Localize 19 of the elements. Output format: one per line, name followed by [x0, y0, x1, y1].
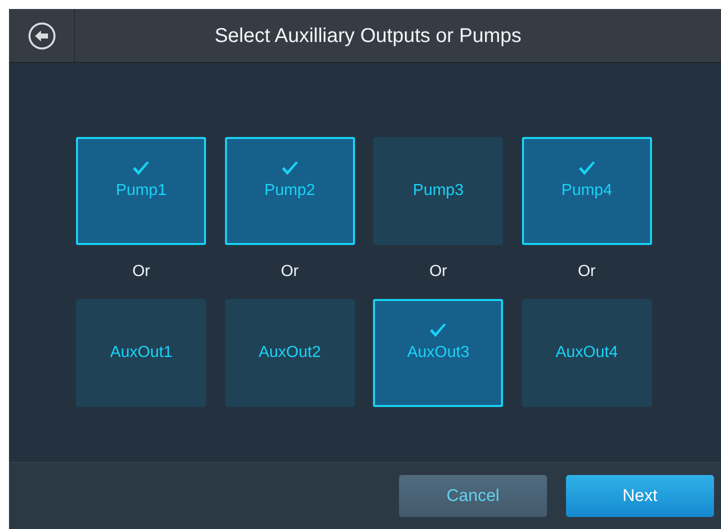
- or-label: Or: [578, 263, 596, 281]
- aux-output-tile[interactable]: AuxOut1: [76, 299, 206, 407]
- or-label: Or: [280, 263, 299, 281]
- pump-tile[interactable]: Pump3: [373, 137, 504, 245]
- aux-output-tile[interactable]: AuxOut4: [522, 299, 652, 407]
- aux-output-tile[interactable]: AuxOut3: [373, 299, 504, 407]
- checkmark-icon: [429, 323, 448, 339]
- or-label: Or: [429, 263, 448, 281]
- pump-tile[interactable]: Pump1: [76, 137, 206, 245]
- next-button[interactable]: Next: [566, 475, 714, 517]
- screen-title: Select Auxilliary Outputs or Pumps: [214, 24, 522, 49]
- or-label: Or: [132, 263, 150, 281]
- cancel-button[interactable]: Cancel: [399, 475, 547, 517]
- pump-tile[interactable]: Pump2: [224, 137, 355, 245]
- pump-tile[interactable]: Pump4: [522, 137, 652, 245]
- checkmark-icon: [280, 161, 299, 177]
- checkmark-icon: [578, 161, 596, 177]
- checkmark-icon: [132, 161, 150, 177]
- aux-output-tile[interactable]: AuxOut2: [224, 299, 355, 407]
